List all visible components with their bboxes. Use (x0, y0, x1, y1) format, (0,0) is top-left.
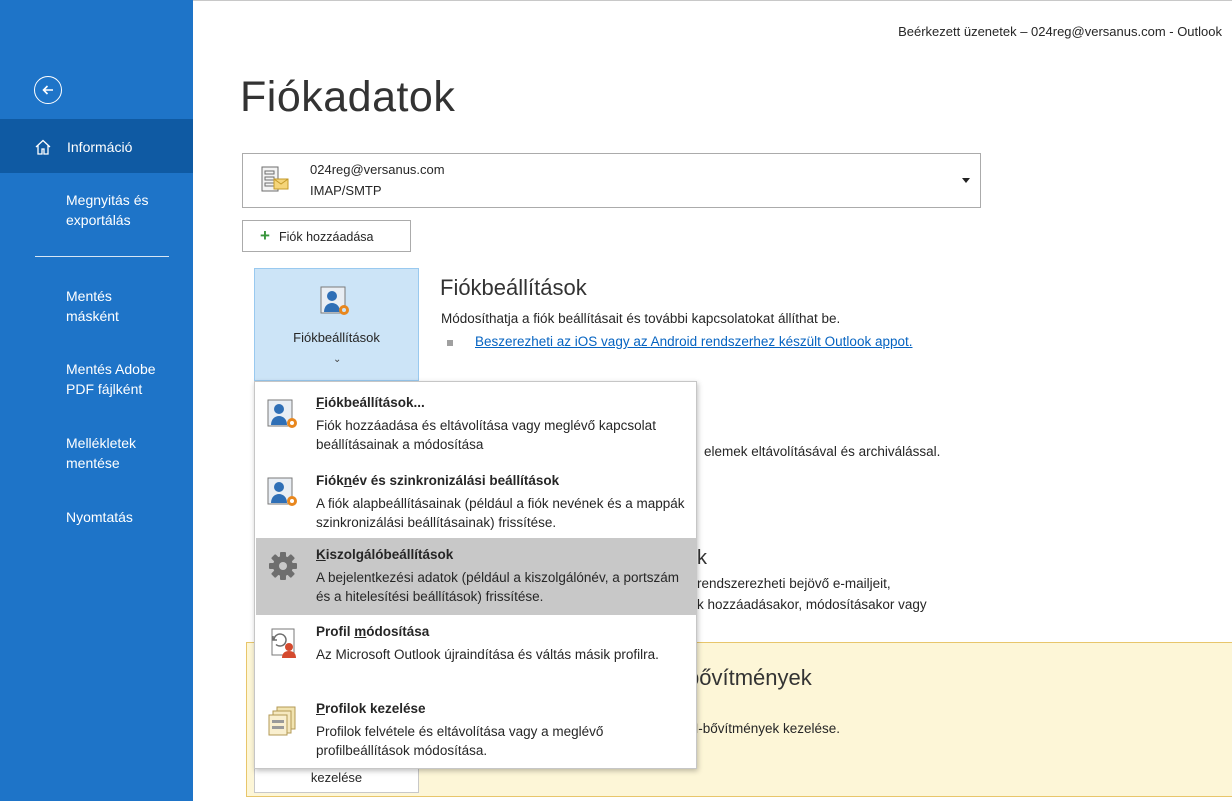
menu-item-manage-profiles[interactable]: Profilok kezelése Profilok felvétele és … (256, 692, 697, 768)
sidebar-item-save-adobe-pdf[interactable]: Mentés Adobe PDF fájlként (0, 359, 193, 409)
account-email: 024reg@versanus.com (310, 162, 445, 177)
account-selector[interactable]: 024reg@versanus.com IMAP/SMTP (242, 153, 981, 208)
sidebar-item-information[interactable]: Információ (0, 119, 193, 173)
add-account-label: Fiók hozzáadása (279, 230, 374, 244)
sidebar-item-label: Mellékletek mentése (66, 435, 137, 471)
sidebar-item-open-export[interactable]: Megnyitás és exportálás (0, 190, 193, 240)
menu-item-account-settings[interactable]: Fiókbeállítások... Fiók hozzáadása és el… (256, 386, 697, 464)
sidebar-item-label: Megnyitás és exportálás (66, 192, 149, 228)
account-type: IMAP/SMTP (310, 183, 382, 198)
menu-item-description: Fiók hozzáadása és eltávolítása vagy meg… (316, 418, 656, 452)
account-settings-description: Módosíthatja a fiók beállításait és tová… (441, 311, 841, 326)
home-icon (35, 139, 51, 155)
account-name-sync-icon (267, 477, 297, 506)
menu-item-change-profile[interactable]: Profil módosítása Az Microsoft Outlook ú… (256, 615, 697, 692)
backstage-sidebar: Információ Megnyitás és exportálás Menté… (0, 0, 193, 801)
account-settings-menu: Fiókbeállítások... Fiók hozzáadása és el… (254, 381, 697, 769)
sidebar-divider (35, 256, 169, 257)
plus-icon: + (260, 226, 270, 245)
menu-item-title: Fiókbeállítások... (316, 395, 425, 410)
account-settings-icon (320, 286, 349, 315)
addins-heading: bővítmények (687, 665, 812, 690)
addins-description: M-bővítmények kezelése. (687, 721, 841, 736)
account-settings-tile-label: Fiókbeállítások (293, 330, 380, 345)
sidebar-item-save-attachments[interactable]: Mellékletek mentése (0, 433, 193, 483)
change-profile-icon (271, 628, 296, 658)
rules-description-line-2: k hozzáadásakor, módosításakor vagy (697, 597, 927, 612)
back-button[interactable] (34, 76, 62, 104)
account-settings-heading: Fiókbeállítások (440, 275, 587, 300)
window-title: Beérkezett üzenetek – 024reg@versanus.co… (898, 24, 1222, 39)
chevron-down-icon (962, 178, 970, 183)
sidebar-item-print[interactable]: Nyomtatás (0, 507, 193, 531)
menu-item-description: A bejelentkezési adatok (például a kiszo… (316, 570, 679, 604)
menu-item-description: Profilok felvétele és eltávolítása vagy … (316, 724, 604, 758)
menu-item-title: Profilok kezelése (316, 701, 426, 716)
title-bar (193, 0, 1232, 8)
menu-item-account-name-sync[interactable]: Fióknév és szinkronizálási beállítások A… (256, 464, 697, 538)
menu-item-description: Az Microsoft Outlook újraindítása és vál… (316, 647, 659, 662)
menu-item-description: A fiók alapbeállításainak (például a fió… (316, 496, 685, 530)
chevron-down-icon: ⌄ (333, 354, 342, 365)
add-account-button[interactable]: + Fiók hozzáadása (242, 220, 411, 252)
rules-description-line-1: rendszerezheti bejövő e-mailjeit, (697, 576, 891, 591)
account-settings-icon (267, 399, 297, 428)
menu-item-server-settings[interactable]: Kiszolgálóbeállítások A bejelentkezési a… (256, 538, 697, 615)
sidebar-item-save-as[interactable]: Mentés másként (0, 286, 193, 336)
gear-icon (269, 552, 297, 580)
menu-item-title: Profil módosítása (316, 624, 430, 639)
sidebar-item-label: Nyomtatás (66, 509, 133, 525)
bullet-icon (447, 340, 453, 346)
email-account-icon (261, 166, 289, 192)
get-outlook-app-link[interactable]: Beszerezheti az iOS vagy az Android rend… (475, 334, 912, 349)
rules-heading-fragment: k (697, 547, 707, 569)
menu-item-title: Kiszolgálóbeállítások (316, 547, 454, 562)
account-settings-tile-button[interactable]: Fiókbeállítások ⌄ (254, 268, 419, 381)
menu-item-title: Fióknév és szinkronizálási beállítások (316, 473, 560, 488)
sidebar-item-label: Mentés Adobe PDF fájlként (66, 361, 156, 397)
page-title: Fiókadatok (240, 73, 456, 121)
back-arrow-icon (42, 85, 53, 95)
sidebar-item-label: Mentés másként (66, 288, 119, 324)
cleanup-description: elemek eltávolításával és archiválással. (704, 444, 941, 459)
manage-addins-label: kezelése (310, 770, 363, 785)
sidebar-item-label: Információ (67, 139, 133, 155)
manage-profiles-icon (268, 706, 296, 736)
